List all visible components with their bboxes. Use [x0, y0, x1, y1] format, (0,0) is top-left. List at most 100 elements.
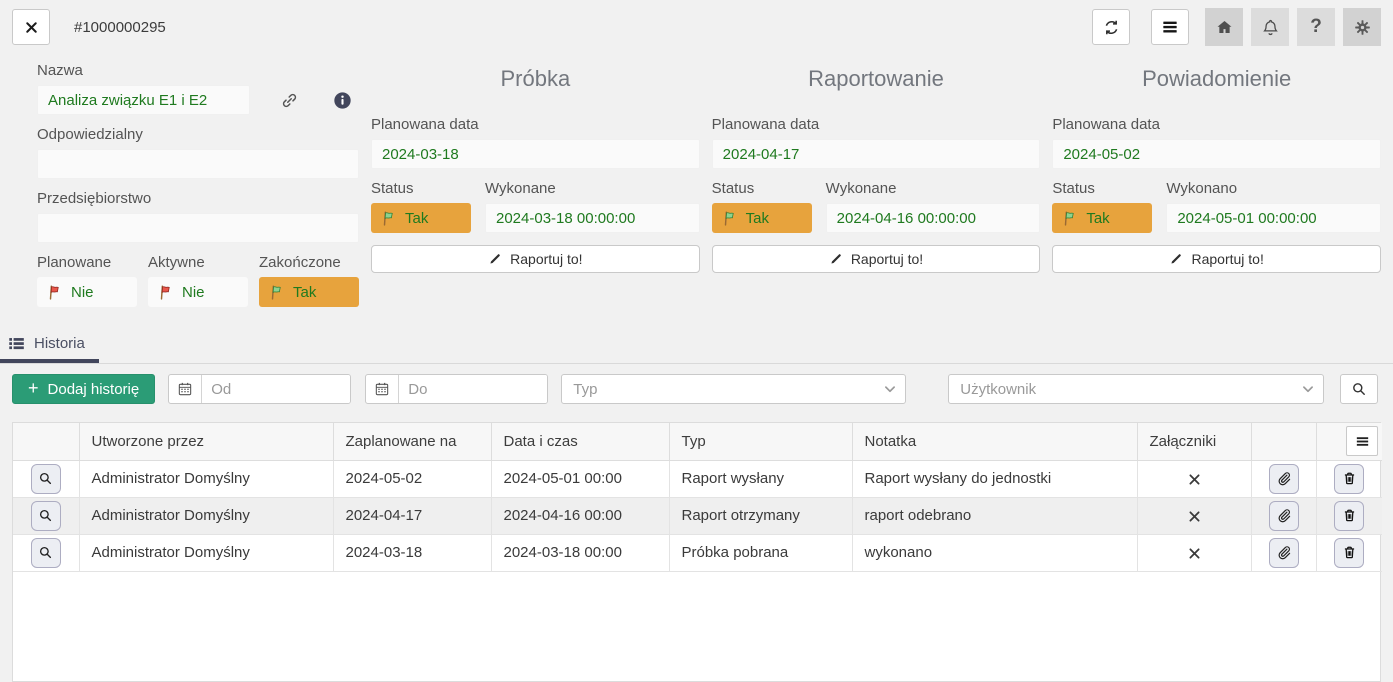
status-label: Status — [712, 180, 812, 197]
row-attach-button[interactable] — [1269, 501, 1299, 531]
table-header-row: Utworzone przez Zaplanowane na Data i cz… — [13, 423, 1382, 460]
notifications-button[interactable] — [1251, 8, 1289, 46]
planned-date-field[interactable] — [371, 139, 700, 169]
history-toolbar: + Dodaj historię Typ Użytkownik — [0, 364, 1393, 414]
stage-powiadomienie: Powiadomienie Planowana data Status Tak … — [1052, 62, 1381, 307]
add-history-button[interactable]: + Dodaj historię — [12, 374, 155, 404]
done-label: Wykonane — [826, 180, 1041, 197]
table-menu-button[interactable] — [1346, 426, 1378, 456]
pencil-icon — [488, 252, 502, 266]
responsible-label: Odpowiedzialny — [37, 126, 359, 143]
row-detail-button[interactable] — [31, 501, 61, 531]
cell-type: Raport wysłany — [669, 460, 852, 497]
done-label: Wykonane — [485, 180, 700, 197]
done-datetime-field[interactable] — [1166, 203, 1381, 233]
type-select[interactable]: Typ — [561, 374, 906, 404]
status-value: Tak — [405, 210, 428, 227]
search-button[interactable] — [1340, 374, 1378, 404]
status-label: Status — [1052, 180, 1152, 197]
report-it-button[interactable]: Raportuj to! — [371, 245, 700, 273]
header-created-by: Utworzone przez — [79, 423, 333, 460]
cell-datetime: 2024-05-01 00:00 — [491, 460, 669, 497]
cell-attachments — [1137, 497, 1251, 534]
info-icon[interactable] — [333, 91, 352, 110]
row-detail-button[interactable] — [31, 464, 61, 494]
settings-button[interactable] — [1343, 8, 1381, 46]
cell-note: raport odebrano — [852, 497, 1137, 534]
row-delete-button[interactable] — [1334, 464, 1364, 494]
active-flag-chip[interactable]: Nie — [148, 277, 248, 307]
tab-label: Historia — [34, 335, 85, 352]
status-chip[interactable]: Tak — [712, 203, 812, 233]
cell-attachments — [1137, 534, 1251, 571]
close-button[interactable] — [12, 9, 50, 45]
status-label: Status — [371, 180, 471, 197]
chevron-down-icon — [1299, 380, 1317, 398]
cell-note: Raport wysłany do jednostki — [852, 460, 1137, 497]
date-to-input[interactable] — [399, 375, 547, 403]
row-delete-button[interactable] — [1334, 501, 1364, 531]
company-field[interactable] — [37, 213, 359, 243]
red-flag-icon — [46, 284, 63, 301]
list-icon — [8, 335, 25, 352]
row-delete-button[interactable] — [1334, 538, 1364, 568]
responsible-field[interactable] — [37, 149, 359, 179]
pencil-icon — [829, 252, 843, 266]
user-select[interactable]: Użytkownik — [948, 374, 1324, 404]
planned-flag-value: Nie — [71, 284, 94, 301]
header-paperclip-col — [1251, 423, 1316, 460]
stage-title: Raportowanie — [712, 66, 1041, 92]
question-icon: ? — [1310, 16, 1322, 38]
stage-title: Próbka — [371, 66, 700, 92]
cell-planned-on: 2024-05-02 — [333, 460, 491, 497]
date-to-group — [365, 374, 548, 404]
red-flag-icon — [157, 284, 174, 301]
type-select-placeholder: Typ — [573, 381, 597, 398]
table-row: Administrator Domyślny 2024-04-17 2024-0… — [13, 497, 1382, 534]
cell-planned-on: 2024-03-18 — [333, 534, 491, 571]
done-datetime-field[interactable] — [485, 203, 700, 233]
green-flag-icon — [1061, 210, 1078, 227]
help-button[interactable]: ? — [1297, 8, 1335, 46]
pencil-icon — [1169, 252, 1183, 266]
calendar-icon[interactable] — [169, 375, 202, 403]
row-attach-button[interactable] — [1269, 538, 1299, 568]
planned-flag-label: Planowane — [37, 254, 137, 271]
name-field[interactable] — [37, 85, 250, 115]
report-it-label: Raportuj to! — [510, 251, 582, 267]
table-row: Administrator Domyślny 2024-05-02 2024-0… — [13, 460, 1382, 497]
tab-historia[interactable]: Historia — [0, 325, 99, 363]
planned-flag-chip[interactable]: Nie — [37, 277, 137, 307]
calendar-icon[interactable] — [366, 375, 399, 403]
refresh-icon — [1102, 18, 1121, 37]
report-it-button[interactable]: Raportuj to! — [712, 245, 1041, 273]
general-fields: Nazwa Odpowiedzialny Przedsiębiorstwo Pl… — [37, 62, 359, 307]
more-menu-button[interactable] — [1151, 9, 1189, 45]
stage-title: Powiadomienie — [1052, 66, 1381, 92]
status-chip[interactable]: Tak — [371, 203, 471, 233]
finished-flag-chip[interactable]: Tak — [259, 277, 359, 307]
row-detail-button[interactable] — [31, 538, 61, 568]
home-button[interactable] — [1205, 8, 1243, 46]
done-datetime-field[interactable] — [826, 203, 1041, 233]
row-attach-button[interactable] — [1269, 464, 1299, 494]
link-icon[interactable] — [280, 91, 299, 110]
cell-attachments — [1137, 460, 1251, 497]
user-select-placeholder: Użytkownik — [960, 381, 1036, 398]
cell-created-by: Administrator Domyślny — [79, 497, 333, 534]
header-planned-on: Zaplanowane na — [333, 423, 491, 460]
planned-date-field[interactable] — [712, 139, 1041, 169]
green-flag-icon — [380, 210, 397, 227]
planned-date-field[interactable] — [1052, 139, 1381, 169]
header-datetime: Data i czas — [491, 423, 669, 460]
history-table: Utworzone przez Zaplanowane na Data i cz… — [13, 423, 1382, 572]
green-flag-icon — [268, 284, 285, 301]
date-from-input[interactable] — [202, 375, 350, 403]
status-chip[interactable]: Tak — [1052, 203, 1152, 233]
cell-note: wykonano — [852, 534, 1137, 571]
refresh-button[interactable] — [1092, 9, 1130, 45]
bell-icon — [1261, 18, 1280, 37]
top-bar: #1000000295 ? — [0, 0, 1393, 46]
cell-planned-on: 2024-04-17 — [333, 497, 491, 534]
report-it-button[interactable]: Raportuj to! — [1052, 245, 1381, 273]
